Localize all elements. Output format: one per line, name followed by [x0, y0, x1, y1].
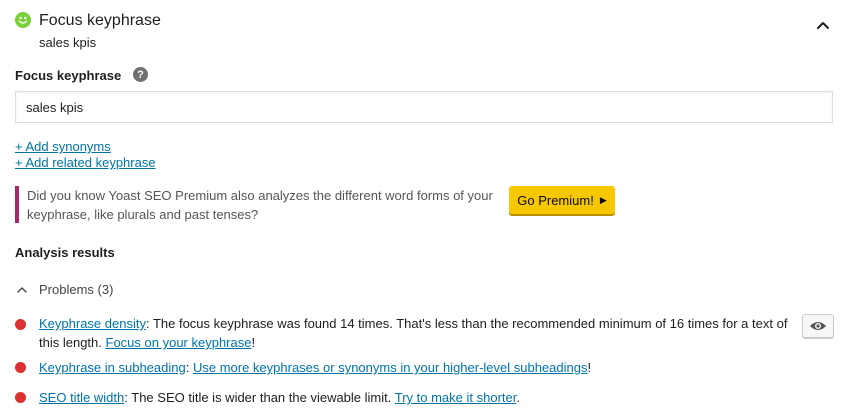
analysis-results-heading: Analysis results [15, 245, 115, 260]
chevron-up-icon [17, 286, 27, 293]
go-premium-button[interactable]: Go Premium! ▶ [509, 186, 615, 214]
caret-right-icon: ▶ [599, 194, 607, 205]
problem-bullet-icon [15, 362, 26, 373]
help-icon[interactable]: ? [133, 67, 148, 82]
result-action-link[interactable]: Use more keyphrases or synonyms in your … [193, 360, 588, 375]
result-action-link[interactable]: Try to make it shorter [395, 390, 517, 405]
problem-bullet-icon [15, 392, 26, 403]
focus-keyphrase-input[interactable] [15, 91, 833, 123]
add-related-keyphrase-link[interactable]: + Add related keyphrase [15, 155, 156, 170]
result-seo-title-width: SEO title width: The SEO title is wider … [39, 390, 520, 405]
problem-bullet-icon [15, 319, 26, 330]
section-subtitle: sales kpis [39, 35, 97, 50]
result-keyphrase-density: Keyphrase density: The focus keyphrase w… [39, 316, 788, 350]
add-synonyms-link[interactable]: + Add synonyms [15, 139, 111, 154]
problems-toggle[interactable]: Problems (3) [15, 282, 113, 297]
result-link[interactable]: SEO title width [39, 390, 124, 405]
notice-accent-bar [15, 186, 19, 223]
focus-keyphrase-label: Focus keyphrase [15, 68, 122, 83]
highlight-eye-button[interactable] [802, 314, 834, 338]
premium-notice-text: Did you know Yoast SEO Premium also anal… [27, 188, 493, 222]
result-keyphrase-in-subheading: Keyphrase in subheading: Use more keyphr… [39, 360, 592, 375]
go-premium-label: Go Premium! [517, 192, 594, 208]
chevron-up-icon[interactable] [812, 14, 834, 36]
eye-icon [810, 322, 826, 330]
result-action-link[interactable]: Focus on your keyphrase [106, 335, 252, 350]
result-link[interactable]: Keyphrase in subheading [39, 360, 186, 375]
result-link[interactable]: Keyphrase density [39, 316, 146, 331]
section-title: Focus keyphrase [39, 12, 161, 29]
problems-label: Problems (3) [39, 282, 114, 297]
smiley-good-icon [15, 12, 31, 28]
